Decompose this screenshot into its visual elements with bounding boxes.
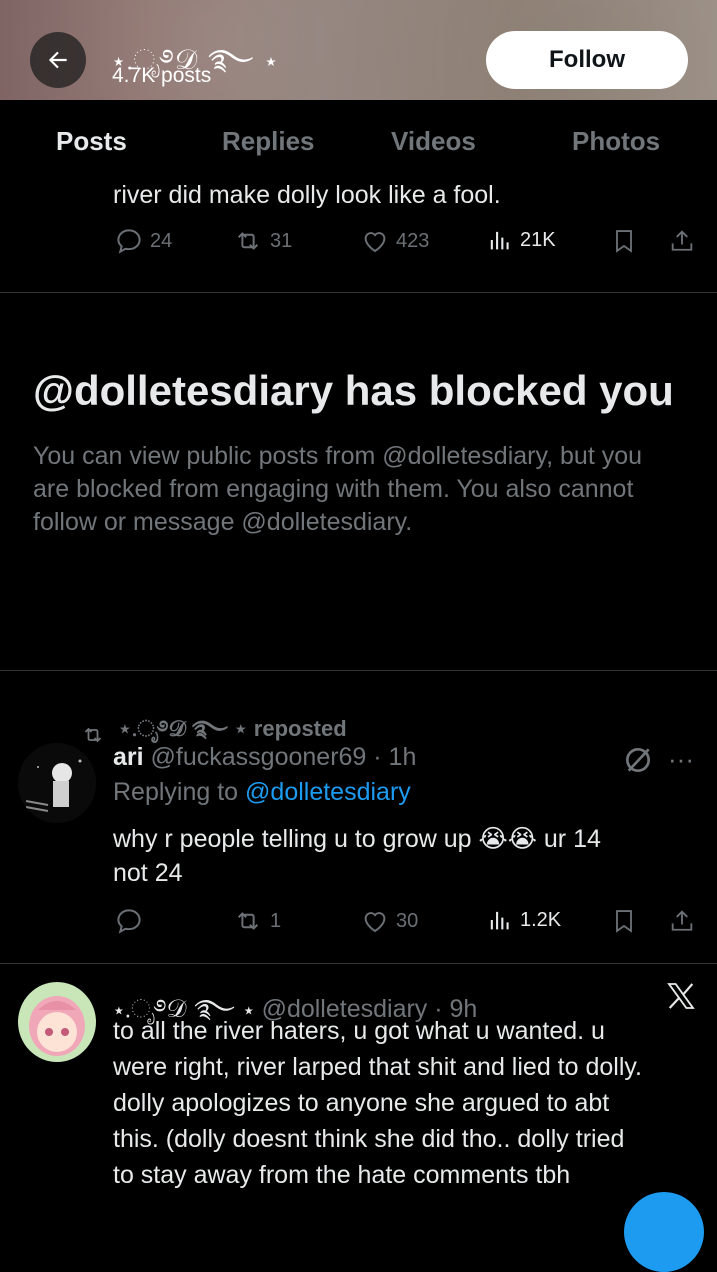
bookmark-icon: [610, 906, 638, 936]
more-options-icon[interactable]: ···: [668, 744, 694, 775]
repost-count: 1: [270, 909, 282, 932]
blocked-notice: @dolletesdiary has blocked you You can v…: [33, 364, 683, 539]
bookmark-button[interactable]: [610, 226, 638, 256]
repost-button[interactable]: 1: [232, 906, 281, 936]
views-count: 1.2K: [520, 908, 562, 931]
repost-count: 31: [270, 229, 293, 252]
bookmark-button[interactable]: [610, 906, 638, 936]
repost-button[interactable]: 31: [232, 226, 292, 256]
x-logo-icon[interactable]: [664, 980, 698, 1012]
like-count: 30: [396, 909, 419, 932]
heart-icon: [360, 906, 390, 936]
share-button[interactable]: [668, 226, 696, 256]
tweet-text-line: to all the river haters, u got what u wa…: [113, 1017, 605, 1045]
bar-chart-icon: [486, 906, 514, 934]
tweet-text-line: not 24: [113, 859, 183, 887]
divider: [0, 963, 717, 964]
header-posts-count: 4.7K posts: [112, 64, 212, 87]
author-handle-time[interactable]: @fuckassgooner69 · 1h: [151, 743, 417, 771]
reply-count: 24: [150, 229, 173, 252]
reply-button[interactable]: 24: [114, 226, 172, 256]
arrow-left-icon: [45, 47, 71, 73]
tweet-text-line: why r people telling u to grow up: [113, 825, 472, 853]
tweet-text-line: were right, river larped that shit and l…: [113, 1053, 642, 1081]
avatar[interactable]: [18, 982, 96, 1062]
tweet-actions: 1 30 1.2K: [0, 902, 717, 942]
tab-videos[interactable]: Videos: [391, 126, 476, 157]
replying-to: Replying to @dolletesdiary: [113, 778, 411, 807]
tweet-text-line: this. (dolly doesnt think she did tho.. …: [113, 1125, 625, 1153]
bookmark-icon: [610, 226, 638, 256]
repost-icon: [80, 723, 106, 747]
blocked-title: @dolletesdiary has blocked you: [33, 367, 674, 414]
like-button[interactable]: 30: [360, 906, 418, 936]
avatar-image: [18, 982, 96, 1062]
tweet-author-line: ari @fuckassgooner69 · 1h: [113, 743, 416, 772]
divider: [0, 670, 717, 671]
follow-button[interactable]: Follow: [486, 31, 688, 89]
tweet-text-line: dolly apologizes to anyone she argued to…: [113, 1089, 610, 1117]
tweet-text: why r people telling u to grow up 😭😭 ur …: [113, 822, 693, 890]
replying-prefix: Replying to: [113, 778, 239, 806]
author-name[interactable]: ari: [113, 743, 144, 771]
replying-handle-link[interactable]: @dolletesdiary: [245, 778, 411, 806]
tab-replies[interactable]: Replies: [222, 126, 315, 157]
blocked-description: You can view public posts from @dolletes…: [33, 442, 643, 536]
tweet-text-line: ur 14: [543, 825, 601, 853]
like-count: 423: [396, 229, 430, 252]
tweet-text: to all the river haters, u got what u wa…: [113, 1013, 713, 1193]
tweet-text-line: to stay away from the hate comments tbh: [113, 1161, 571, 1189]
crying-emoji: 😭: [507, 825, 537, 853]
repost-icon: [232, 226, 264, 256]
share-icon: [668, 906, 696, 936]
tab-photos[interactable]: Photos: [572, 126, 660, 157]
heart-icon: [360, 226, 390, 256]
grok-icon[interactable]: [622, 744, 654, 776]
avatar[interactable]: [18, 743, 96, 823]
reply-icon: [114, 906, 144, 936]
tweet-text: river did make dolly look like a fool.: [113, 181, 501, 209]
share-button[interactable]: [668, 906, 696, 936]
repost-icon: [232, 906, 264, 936]
avatar-image: [18, 743, 96, 823]
profile-tabs: Posts Replies Videos Photos: [0, 100, 717, 180]
tab-posts[interactable]: Posts: [56, 126, 127, 157]
views-count: 21K: [520, 228, 556, 251]
crying-emoji: 😭: [478, 825, 508, 853]
compose-fab[interactable]: [624, 1192, 704, 1272]
share-icon: [668, 226, 696, 256]
views-button[interactable]: 21K: [486, 226, 556, 254]
reply-icon: [114, 226, 144, 256]
back-button[interactable]: [30, 32, 86, 88]
divider: [0, 292, 717, 293]
like-button[interactable]: 423: [360, 226, 429, 256]
bar-chart-icon: [486, 226, 514, 254]
reply-button[interactable]: [114, 906, 144, 936]
tweet-actions: 24 31 423 21K: [0, 222, 717, 262]
views-button[interactable]: 1.2K: [486, 906, 561, 934]
